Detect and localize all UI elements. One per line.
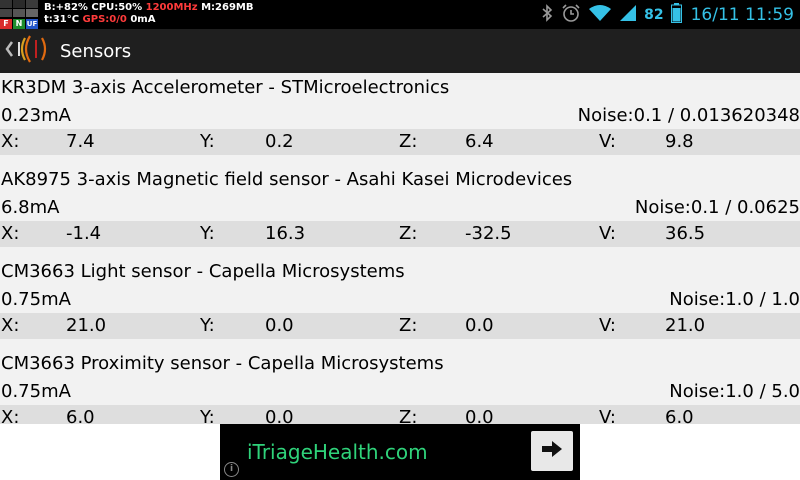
z-label: Z: xyxy=(399,315,418,336)
wifi-icon xyxy=(588,4,612,26)
list-item[interactable]: AK8975 3-axis Magnetic field sensor - As… xyxy=(0,165,800,257)
sensor-power: 0.23mA xyxy=(1,105,71,126)
info-icon[interactable]: i xyxy=(224,462,239,477)
y-value: 16.3 xyxy=(265,223,306,244)
sensor-name: AK8975 3-axis Magnetic field sensor - As… xyxy=(1,169,573,190)
sensor-noise: Noise:1.0 / 1.0 xyxy=(669,289,800,310)
flag-n: N xyxy=(13,19,25,29)
memory-info: M:269MB xyxy=(201,2,254,13)
v-label: V: xyxy=(599,131,616,152)
z-value: -32.5 xyxy=(465,223,512,244)
sensor-name: CM3663 Proximity sensor - Capella Micros… xyxy=(1,353,444,374)
sensor-power: 6.8mA xyxy=(1,197,60,218)
x-label: X: xyxy=(1,223,20,244)
ad-banner[interactable]: iTriageHealth.com i xyxy=(220,424,580,480)
x-value: 7.4 xyxy=(66,131,95,152)
z-label: Z: xyxy=(399,407,418,424)
v-label: V: xyxy=(599,315,616,336)
flag-uf: UF xyxy=(26,19,38,29)
temperature-info: t:31°C xyxy=(44,14,80,25)
home-up-button[interactable] xyxy=(4,29,52,73)
x-label: X: xyxy=(1,315,20,336)
bluetooth-icon xyxy=(540,3,554,26)
ad-area: iTriageHealth.com i xyxy=(0,424,800,480)
ad-text[interactable]: iTriageHealth.com xyxy=(247,440,428,464)
list-item[interactable]: CM3663 Proximity sensor - Capella Micros… xyxy=(0,349,800,424)
list-item[interactable]: CM3663 Light sensor - Capella Microsyste… xyxy=(0,257,800,349)
sensor-values-row: X: 7.4 Y: 0.2 Z: 6.4 V: 9.8 xyxy=(0,129,800,155)
app-logo-icon xyxy=(16,34,52,68)
z-label: Z: xyxy=(399,131,418,152)
y-label: Y: xyxy=(200,315,215,336)
clock: 16/11 11:59 xyxy=(690,4,794,25)
z-value: 6.4 xyxy=(465,131,494,152)
sensor-name: CM3663 Light sensor - Capella Microsyste… xyxy=(1,261,405,282)
sensor-values-row: X: 6.0 Y: 0.0 Z: 0.0 V: 6.0 xyxy=(0,405,800,424)
y-value: 0.2 xyxy=(265,131,294,152)
sensor-noise: Noise:0.1 / 0.013620348 xyxy=(577,105,800,126)
ad-open-button[interactable] xyxy=(531,431,573,471)
y-label: Y: xyxy=(200,407,215,424)
sensor-noise: Noise:0.1 / 0.0625 xyxy=(634,197,800,218)
sensor-power: 0.75mA xyxy=(1,381,71,402)
x-value: 6.0 xyxy=(66,407,95,424)
z-label: Z: xyxy=(399,223,418,244)
x-value: -1.4 xyxy=(66,223,102,244)
page-title: Sensors xyxy=(60,40,132,62)
alarm-icon xyxy=(561,3,581,27)
status-info-line1: B:+82% CPU:50% 1200MHz M:269MB xyxy=(44,2,254,14)
gps-info: GPS:0/0 xyxy=(82,14,127,25)
v-value: 36.5 xyxy=(665,223,706,244)
y-value: 0.0 xyxy=(265,407,294,424)
x-label: X: xyxy=(1,407,20,424)
battery-level: 82 xyxy=(644,6,664,23)
battery-info: B:+82% xyxy=(44,2,88,13)
battery-icon xyxy=(670,2,682,27)
status-info-line2: t:31°C GPS:0/0 0mA xyxy=(44,14,155,26)
v-value: 6.0 xyxy=(665,407,694,424)
status-bar: F N UF B:+82% CPU:50% 1200MHz M:269MB t:… xyxy=(0,0,800,29)
x-value: 21.0 xyxy=(66,315,107,336)
cpu-freq: 1200MHz xyxy=(145,2,198,13)
v-label: V: xyxy=(599,223,616,244)
sensor-values-row: X: 21.0 Y: 0.0 Z: 0.0 V: 21.0 xyxy=(0,313,800,339)
notification-widget-icon: F N UF xyxy=(0,0,40,29)
back-icon xyxy=(4,39,14,63)
sensor-noise: Noise:1.0 / 5.0 xyxy=(669,381,800,402)
sensor-values-row: X: -1.4 Y: 16.3 Z: -32.5 V: 36.5 xyxy=(0,221,800,247)
z-value: 0.0 xyxy=(465,315,494,336)
arrow-right-icon xyxy=(541,440,563,462)
y-value: 0.0 xyxy=(265,315,294,336)
v-label: V: xyxy=(599,407,616,424)
y-label: Y: xyxy=(200,223,215,244)
list-item[interactable]: KR3DM 3-axis Accelerometer - STMicroelec… xyxy=(0,73,800,165)
x-label: X: xyxy=(1,131,20,152)
v-value: 9.8 xyxy=(665,131,694,152)
v-value: 21.0 xyxy=(665,315,706,336)
y-label: Y: xyxy=(200,131,215,152)
z-value: 0.0 xyxy=(465,407,494,424)
sensor-name: KR3DM 3-axis Accelerometer - STMicroelec… xyxy=(1,77,450,98)
signal-icon xyxy=(619,4,637,26)
current-info: 0mA xyxy=(130,14,156,25)
sensor-power: 0.75mA xyxy=(1,289,71,310)
status-icons: 82 16/11 11:59 xyxy=(540,0,794,29)
action-bar: Sensors xyxy=(0,29,800,73)
flag-f: F xyxy=(0,19,12,29)
cpu-info: CPU:50% xyxy=(91,2,143,13)
sensor-list[interactable]: KR3DM 3-axis Accelerometer - STMicroelec… xyxy=(0,73,800,424)
